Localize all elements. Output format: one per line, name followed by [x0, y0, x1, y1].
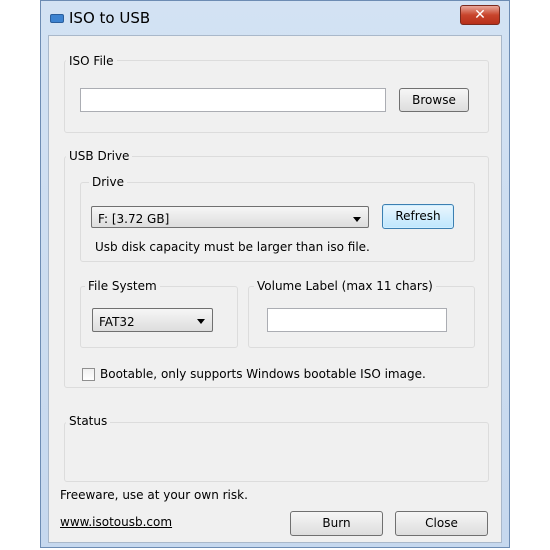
close-icon: ✕	[474, 7, 486, 23]
app-icon	[50, 14, 64, 23]
chevron-down-icon	[353, 217, 361, 222]
burn-button[interactable]: Burn	[290, 511, 383, 536]
app-window: ISO to USB ✕ ISO File Browse USB Drive D…	[40, 0, 510, 548]
drive-select[interactable]: F: [3.72 GB]	[91, 206, 369, 228]
iso-file-legend: ISO File	[66, 54, 117, 68]
disclaimer-text: Freeware, use at your own risk.	[60, 488, 248, 502]
client-area: ISO File Browse USB Drive Drive F: [3.72…	[48, 35, 502, 543]
iso-path-input[interactable]	[80, 88, 386, 112]
bootable-label[interactable]: Bootable, only supports Windows bootable…	[100, 367, 426, 381]
volume-label-input[interactable]	[267, 308, 447, 332]
close-button[interactable]: Close	[395, 511, 488, 536]
chevron-down-icon	[197, 319, 205, 324]
file-system-legend: File System	[85, 279, 160, 293]
bootable-checkbox[interactable]	[82, 368, 95, 381]
window-title: ISO to USB	[69, 9, 151, 27]
volume-label-legend: Volume Label (max 11 chars)	[254, 279, 436, 293]
file-system-select[interactable]: FAT32	[92, 308, 213, 332]
drive-legend: Drive	[89, 175, 127, 189]
title-bar[interactable]: ISO to USB ✕	[41, 1, 509, 37]
usb-drive-legend: USB Drive	[66, 149, 133, 163]
status-legend: Status	[66, 414, 111, 428]
refresh-button[interactable]: Refresh	[382, 204, 454, 229]
status-group	[64, 422, 489, 482]
window-close-button[interactable]: ✕	[460, 5, 500, 25]
browse-button[interactable]: Browse	[399, 88, 469, 112]
drive-hint: Usb disk capacity must be larger than is…	[95, 240, 370, 254]
website-link[interactable]: www.isotousb.com	[60, 515, 172, 529]
